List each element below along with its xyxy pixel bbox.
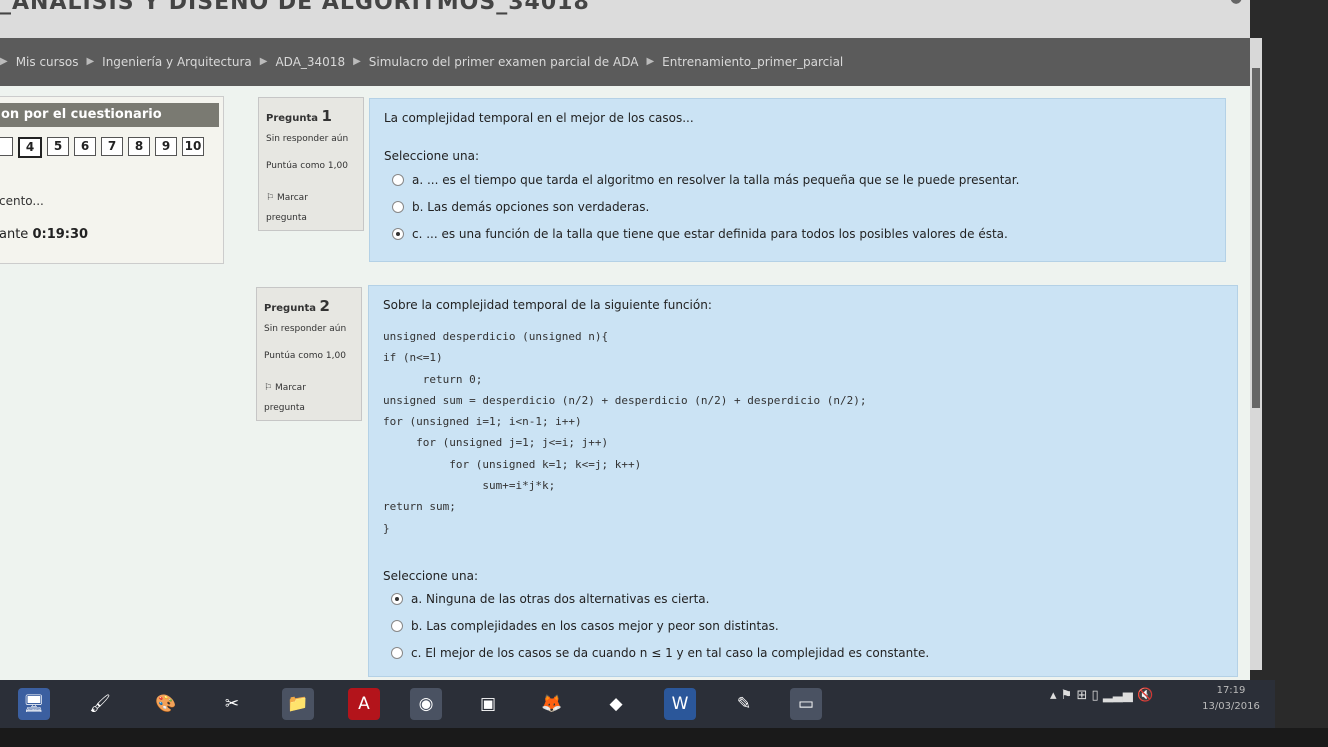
radio-button[interactable] [391,620,403,632]
windows-icon[interactable]: ⊞ [1076,688,1087,703]
question-1-state: Sin responder aún [266,134,349,144]
chevron-right-icon: ▶ [353,56,361,67]
paint-brush-icon[interactable]: 🖌 [84,688,116,720]
flag-icon: ⚐ [266,193,275,203]
radio-button[interactable] [391,647,403,659]
breadcrumb: ▶ Mis cursos ▶ Ingeniería y Arquitectura… [0,38,1250,86]
clock-time: 17:19 [1216,685,1246,696]
code-block: unsigned desperdicio (unsigned n){ if (n<… [383,326,866,539]
computer-icon[interactable]: 🖥 [18,688,50,720]
question-1-content: La complejidad temporal en el mejor de l… [369,98,1226,262]
remote-desktop-icon[interactable]: ▭ [790,688,822,720]
code-line: return 0; [383,372,483,386]
question-2-info: Pregunta 2 Sin responder aún Puntúa como… [256,287,362,421]
window-title-bar: _ANÁLISIS Y DISEÑO DE ALGORITMOS_34018 ☆… [0,0,1250,38]
snipping-tool-icon[interactable]: ✂ [216,688,248,720]
question-1-points: Puntúa como 1,00 [266,161,348,171]
monitor-bezel [0,728,1328,747]
chevron-up-icon[interactable]: ▴ [1050,688,1057,703]
breadcrumb-item[interactable]: ADA_34018 [275,55,345,69]
flag-icon[interactable]: ⚑ [1061,688,1073,703]
question-1-option-c[interactable]: c. ... es una función de la talla que ti… [392,227,1008,241]
browser-screen: _ANÁLISIS Y DISEÑO DE ALGORITMOS_34018 ☆… [0,0,1250,680]
file-explorer-icon[interactable]: 📁 [282,688,314,720]
flag-question-1[interactable]: ⚐ Marcar pregunta [266,188,308,228]
timer-value: 0:19:30 [32,227,89,242]
clock-date: 13/03/2016 [1202,701,1260,712]
question-2-option-b[interactable]: b. Las complejidades en los casos mejor … [391,619,779,633]
question-button-6[interactable]: 6 [74,137,96,156]
finish-attempt-link[interactable]: cento... [0,194,44,208]
chevron-right-icon: ▶ [259,56,268,67]
battery-icon[interactable]: ▯ [1092,688,1099,703]
question-2-content: Sobre la complejidad temporal de la sigu… [368,285,1238,677]
firefox-icon[interactable]: 🦊 [536,688,568,720]
radio-button-selected[interactable] [391,593,403,605]
app-icon[interactable]: ◆ [600,688,632,720]
code-line: unsigned sum = desperdicio (n/2) + despe… [383,393,867,407]
chevron-right-icon: ▶ [646,56,655,67]
code-line: return sum; [383,500,456,514]
signal-icon[interactable]: ▂▃▅ [1103,688,1133,703]
code-line: sum+=i*j*k; [383,479,556,493]
code-line: unsigned desperdicio (unsigned n){ [383,330,609,343]
virtualbox-icon[interactable]: ▣ [472,688,504,720]
page-scrollbar[interactable] [1250,38,1262,670]
question-number-buttons: 4 5 6 7 8 9 10 [0,137,204,158]
breadcrumb-item[interactable]: Ingeniería y Arquitectura [102,55,252,69]
code-line: for (unsigned j=1; j<=i; j++) [383,436,609,450]
question-button-partial[interactable] [0,137,13,156]
notes-icon[interactable]: ✎ [728,688,760,720]
question-2-option-c[interactable]: c. El mejor de los casos se da cuando n … [391,646,929,660]
question-button-7[interactable]: 7 [101,137,123,156]
question-1-info: Pregunta 1 Sin responder aún Puntúa como… [258,97,364,231]
chevron-right-icon: ▶ [0,56,8,67]
question-2-text: Sobre la complejidad temporal de la sigu… [383,298,712,312]
question-1-text: La complejidad temporal en el mejor de l… [384,111,694,125]
chrome-icon[interactable]: ◉ [410,688,442,720]
question-button-4[interactable]: 4 [18,137,42,158]
word-icon[interactable]: W [664,688,696,720]
taskbar-clock[interactable]: 17:19 13/03/2016 [1196,683,1266,715]
question-button-5[interactable]: 5 [47,137,69,156]
breadcrumb-item[interactable]: Simulacro del primer examen parcial de A… [369,55,639,69]
question-1-number: Pregunta 1 [266,107,332,125]
question-1-prompt: Seleccione una: [384,149,479,163]
question-1-option-a[interactable]: a. ... es el tiempo que tarda el algorit… [392,173,1019,187]
volume-icon[interactable]: 🔇 [1137,688,1153,703]
radio-button[interactable] [392,174,404,186]
question-2-number: Pregunta 2 [264,297,330,315]
window-title: _ANÁLISIS Y DISEÑO DE ALGORITMOS_34018 [0,0,590,15]
radio-button-selected[interactable] [392,228,404,240]
windows-taskbar: 🖥 🖌 🎨 ✂ 📁 A ◉ ▣ 🦊 ◆ W ✎ ▭ ▴ ⚑ ⊞ ▯ ▂▃▅ 🔇 … [0,680,1275,728]
code-line: for (unsigned k=1; k<=j; k++) [383,457,642,471]
flag-icon: ⚐ [264,383,273,393]
time-remaining: ante 0:19:30 [0,227,88,242]
question-2-points: Puntúa como 1,00 [264,351,346,361]
chevron-right-icon: ▶ [86,56,95,67]
breadcrumb-item[interactable]: Entrenamiento_primer_parcial [662,55,843,69]
menu-icon[interactable]: ≡ [1230,0,1243,6]
breadcrumb-item[interactable]: Mis cursos [16,55,79,69]
scrollbar-thumb[interactable] [1252,68,1260,408]
flag-question-2[interactable]: ⚐ Marcar pregunta [264,378,306,418]
question-button-8[interactable]: 8 [128,137,150,156]
question-1-option-b[interactable]: b. Las demás opciones son verdaderas. [392,200,649,214]
question-2-state: Sin responder aún [264,324,347,334]
acrobat-icon[interactable]: A [348,688,380,720]
code-line: } [383,521,390,535]
radio-button[interactable] [392,201,404,213]
quiz-navigation-heading: on por el cuestionario [0,103,219,127]
question-2-option-a[interactable]: a. Ninguna de las otras dos alternativas… [391,592,709,606]
question-2-prompt: Seleccione una: [383,569,478,583]
question-button-9[interactable]: 9 [155,137,177,156]
timer-label: ante [0,227,29,242]
question-button-10[interactable]: 10 [182,137,204,156]
palette-icon[interactable]: 🎨 [150,688,182,720]
code-line: if (n<=1) [383,351,443,365]
quiz-navigation-block: on por el cuestionario 4 5 6 7 8 9 10 ce… [0,96,224,264]
code-line: for (unsigned i=1; i<n-1; i++) [383,415,582,429]
system-tray: ▴ ⚑ ⊞ ▯ ▂▃▅ 🔇 [1050,688,1153,703]
